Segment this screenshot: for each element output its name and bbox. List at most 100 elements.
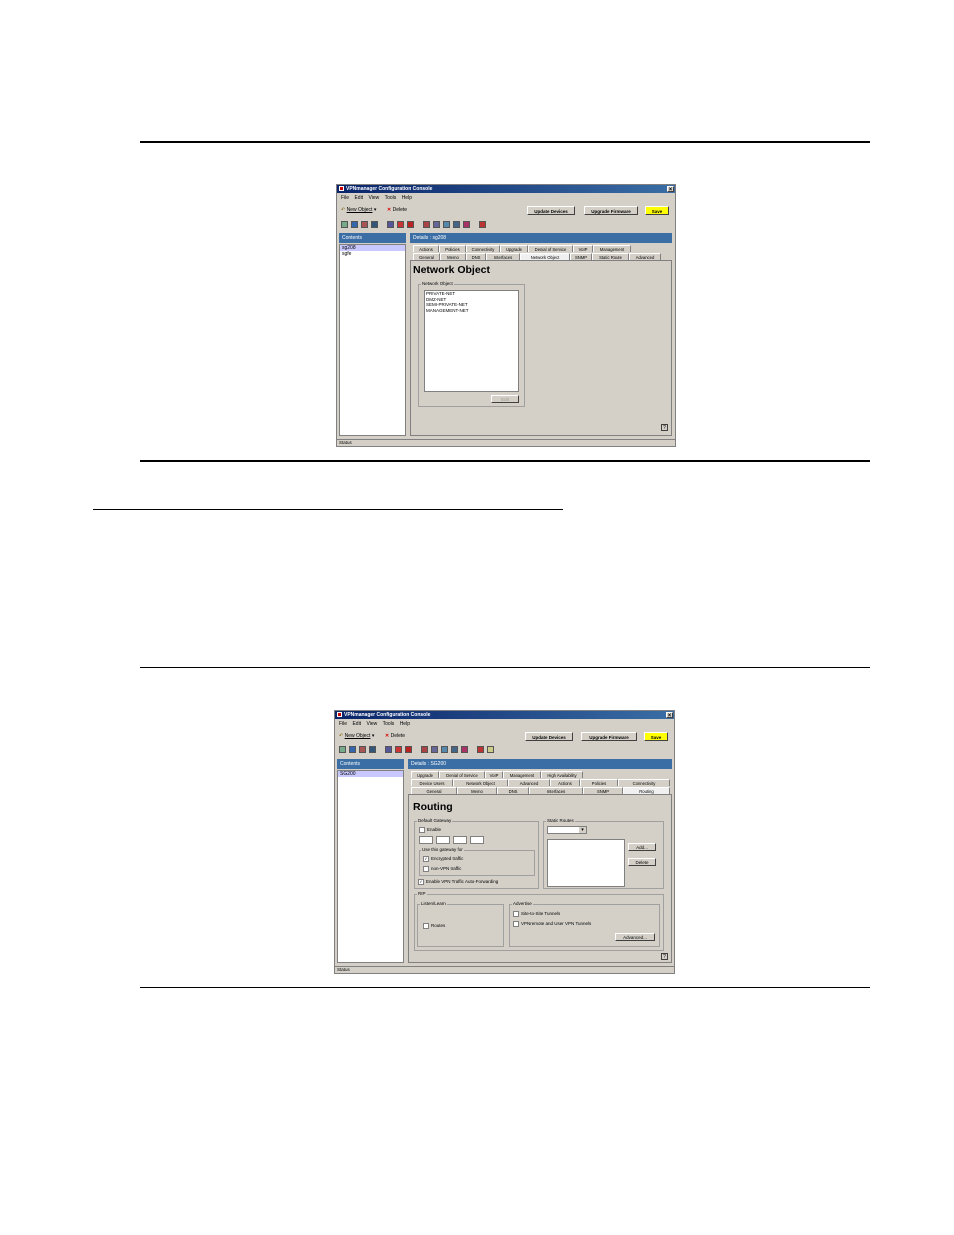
help-icon[interactable]: ? — [661, 424, 668, 431]
tab-actions[interactable]: Actions — [413, 245, 439, 252]
menu-help[interactable]: Help — [402, 195, 412, 201]
tab-voip[interactable]: VoIP — [573, 245, 593, 252]
list-item[interactable]: MANAGEMENT-NET — [425, 308, 518, 314]
tab-denial-of-service[interactable]: Denial of Service — [439, 771, 485, 778]
tree-item[interactable]: sgfe — [340, 251, 405, 257]
delete-button[interactable]: ✕ Delete — [385, 732, 405, 741]
menu-edit[interactable]: Edit — [354, 195, 363, 201]
tab-network-object[interactable]: Network Object — [520, 253, 570, 260]
toolbar-icon[interactable] — [341, 221, 348, 228]
encrypted-traffic-checkbox[interactable]: ✓ Encrypted traffic — [423, 856, 463, 862]
new-object-button[interactable]: ↶ New Object ▾ — [341, 206, 376, 215]
toolbar-icon[interactable] — [359, 746, 366, 753]
edit-button[interactable]: Edit — [491, 395, 519, 403]
tab-voip[interactable]: VoIP — [485, 771, 503, 778]
ip-octet-field[interactable] — [419, 836, 433, 844]
tab-interfaces[interactable]: Interfaces — [486, 253, 520, 260]
toolbar-icon[interactable] — [433, 221, 440, 228]
tab-actions[interactable]: Actions — [550, 779, 580, 786]
tab-advanced[interactable]: Advanced — [629, 253, 661, 260]
tab-memo[interactable]: Memo — [440, 253, 466, 260]
menu-view[interactable]: View — [368, 195, 379, 201]
tab-upgrade[interactable]: Upgrade — [500, 245, 528, 252]
tab-high-availability[interactable]: High Availability — [541, 771, 583, 778]
menu-edit[interactable]: Edit — [352, 721, 361, 727]
toolbar-icon[interactable] — [487, 746, 494, 753]
site-to-site-checkbox[interactable]: Site-to-Site Tunnels — [513, 911, 560, 917]
non-vpn-traffic-checkbox[interactable]: non-VPN traffic — [423, 866, 461, 872]
tab-interfaces[interactable]: Interfaces — [529, 787, 583, 794]
toolbar-icon[interactable] — [461, 746, 468, 753]
tab-policies[interactable]: Policies — [439, 245, 466, 252]
close-icon[interactable]: × — [666, 712, 673, 719]
tab-network-object[interactable]: Network Object — [453, 779, 508, 786]
static-routes-dropdown[interactable]: ▾ — [547, 826, 587, 834]
toolbar-icon[interactable] — [453, 221, 460, 228]
toolbar-icon[interactable] — [443, 221, 450, 228]
tab-dns[interactable]: DNS — [466, 253, 486, 260]
vpnremote-checkbox[interactable]: VPNremote and User VPN Tunnels — [513, 921, 591, 927]
help-icon[interactable]: ? — [661, 953, 668, 960]
toolbar-icon[interactable] — [431, 746, 438, 753]
tree-item[interactable]: SG200 — [338, 771, 403, 777]
auto-forwarding-checkbox[interactable]: ✓ Enable VPN Traffic Auto-Forwarding — [418, 879, 498, 885]
toolbar-icon[interactable] — [441, 746, 448, 753]
tab-snmp[interactable]: SNMP — [570, 253, 592, 260]
toolbar-icon[interactable] — [451, 746, 458, 753]
tab-device-users[interactable]: Device Users — [411, 779, 453, 786]
menu-help[interactable]: Help — [400, 721, 410, 727]
close-icon[interactable]: × — [667, 186, 674, 193]
tab-static-route[interactable]: Static Route — [592, 253, 629, 260]
tab-routing[interactable]: Routing — [623, 787, 670, 794]
tab-general[interactable]: General — [411, 787, 457, 794]
tab-policies[interactable]: Policies — [580, 779, 618, 786]
toolbar-icon[interactable] — [339, 746, 346, 753]
toolbar-icon[interactable] — [349, 746, 356, 753]
menu-file[interactable]: File — [339, 721, 347, 727]
toolbar-icon[interactable] — [479, 221, 486, 228]
update-devices-button[interactable]: Update Devices — [525, 732, 573, 741]
delete-button[interactable]: ✕ Delete — [387, 206, 407, 215]
toolbar-icon[interactable] — [351, 221, 358, 228]
menu-tools[interactable]: Tools — [385, 195, 397, 201]
tab-general[interactable]: General — [413, 253, 440, 260]
save-button[interactable]: Save — [644, 732, 668, 741]
toolbar-icon[interactable] — [387, 221, 394, 228]
routes-checkbox[interactable]: Routes — [423, 923, 445, 929]
toolbar-icon[interactable] — [361, 221, 368, 228]
tab-management[interactable]: Management — [593, 245, 631, 252]
tab-upgrade[interactable]: Upgrade — [411, 771, 439, 778]
ip-octet-field[interactable] — [453, 836, 467, 844]
static-routes-list[interactable] — [547, 839, 625, 887]
enable-checkbox[interactable]: Enable — [419, 827, 441, 833]
toolbar-icon[interactable] — [385, 746, 392, 753]
new-object-button[interactable]: ↶ New Object ▾ — [339, 732, 374, 741]
advanced-button[interactable]: Advanced... — [615, 933, 655, 941]
toolbar-icon[interactable] — [463, 221, 470, 228]
toolbar-icon[interactable] — [371, 221, 378, 228]
menu-view[interactable]: View — [366, 721, 377, 727]
tab-advanced[interactable]: Advanced — [508, 779, 550, 786]
toolbar-icon[interactable] — [421, 746, 428, 753]
tab-connectivity[interactable]: Connectivity — [466, 245, 500, 252]
update-devices-button[interactable]: Update Devices — [527, 206, 575, 215]
upgrade-firmware-button[interactable]: Upgrade Firmware — [581, 732, 637, 741]
tab-dns[interactable]: DNS — [497, 787, 529, 794]
toolbar-icon[interactable] — [369, 746, 376, 753]
toolbar-icon[interactable] — [407, 221, 414, 228]
toolbar-icon[interactable] — [477, 746, 484, 753]
ip-octet-field[interactable] — [470, 836, 484, 844]
tab-management[interactable]: Management — [503, 771, 541, 778]
menu-tools[interactable]: Tools — [383, 721, 395, 727]
tab-memo[interactable]: Memo — [457, 787, 497, 794]
toolbar-icon[interactable] — [423, 221, 430, 228]
menu-file[interactable]: File — [341, 195, 349, 201]
save-button[interactable]: Save — [645, 206, 669, 215]
tab-connectivity[interactable]: Connectivity — [618, 779, 670, 786]
toolbar-icon[interactable] — [395, 746, 402, 753]
ip-octet-field[interactable] — [436, 836, 450, 844]
tab-denial-of-service[interactable]: Denial of Service — [528, 245, 573, 252]
toolbar-icon[interactable] — [405, 746, 412, 753]
delete-route-button[interactable]: Delete — [628, 858, 656, 866]
toolbar-icon[interactable] — [397, 221, 404, 228]
